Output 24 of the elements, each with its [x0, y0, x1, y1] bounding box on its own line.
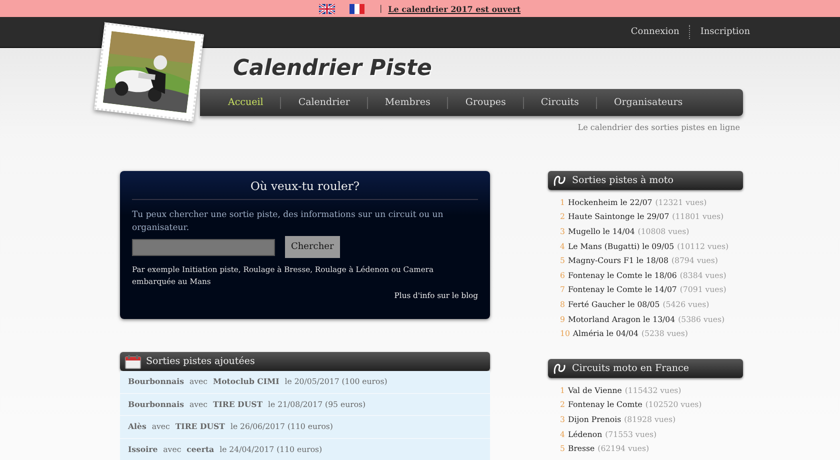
nav-link[interactable]: Accueil — [228, 97, 264, 108]
announcement-link[interactable]: Le calendrier 2017 est ouvert — [388, 4, 521, 14]
search-description: Tu peux chercher une sortie piste, des informations sur un circuit ou un organisateur. — [132, 209, 444, 235]
nav-link[interactable]: Organisateurs — [614, 97, 683, 108]
site-title[interactable]: Calendrier Piste — [233, 56, 432, 81]
uk-flag-icon[interactable] — [319, 4, 336, 14]
search-field[interactable] — [132, 239, 275, 256]
account-link[interactable]: Inscription — [700, 27, 750, 37]
panel-title: Sorties pistes ajoutées — [146, 356, 255, 367]
france-flag-icon[interactable] — [349, 4, 366, 14]
loop-icon — [553, 174, 567, 187]
separator: | — [379, 4, 382, 13]
tagline: Le calendrier des sorties pistes en ligne — [578, 123, 740, 132]
loop-icon — [553, 362, 567, 375]
calendar-icon — [125, 354, 141, 368]
panel-title: Où veux-tu rouler? — [132, 179, 478, 200]
nav-link[interactable]: Membres — [384, 97, 430, 108]
account-link[interactable]: Connexion — [630, 27, 680, 37]
nav-link[interactable]: Groupes — [465, 97, 506, 108]
panel-title: Circuits moto en France — [572, 362, 689, 374]
nav-link[interactable]: Circuits — [540, 97, 579, 108]
nav-link[interactable]: Calendrier — [298, 97, 350, 108]
search-button[interactable]: Chercher — [285, 236, 340, 258]
panel-title: Sorties pistes à moto — [572, 175, 674, 186]
